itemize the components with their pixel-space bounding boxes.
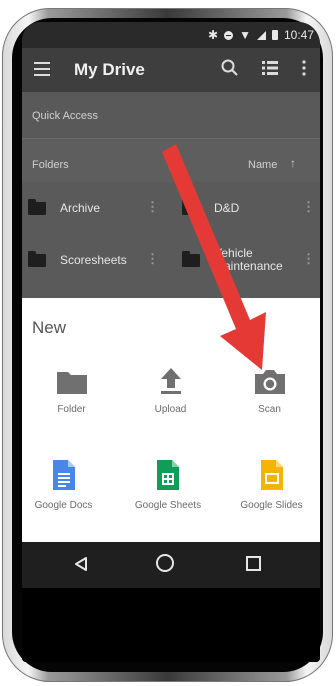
search-icon[interactable]	[220, 58, 240, 78]
upload-option[interactable]: Upload	[121, 360, 220, 415]
option-label: Google Slides	[240, 500, 303, 511]
folder-item[interactable]: Scoresheets ⋮	[28, 239, 168, 281]
bluetooth-icon: ✱	[208, 28, 219, 42]
folder-name: Archive	[60, 200, 101, 215]
sort-direction-icon[interactable]: ↑	[290, 156, 296, 170]
new-sheet-title: New	[32, 318, 67, 337]
folder-more-icon[interactable]: ⋮	[302, 199, 315, 215]
folders-header: Folders Name ↑	[22, 138, 320, 183]
quick-access-section[interactable]: Quick Access	[22, 92, 320, 138]
folder-name: D&D	[214, 200, 240, 215]
option-label: Scan	[258, 404, 281, 415]
signal-icon	[256, 30, 266, 40]
folder-more-icon[interactable]: ⋮	[146, 199, 159, 215]
folder-icon	[28, 250, 46, 267]
folder-more-icon[interactable]: ⋮	[146, 251, 159, 267]
new-folder-option[interactable]: Folder	[22, 360, 121, 415]
phone-screen: ✱ ▼ 10:47 My Drive Quick Access Folders …	[22, 22, 320, 662]
google-sheets-icon	[157, 460, 179, 490]
app-bar: My Drive	[22, 48, 320, 92]
battery-icon	[271, 30, 278, 40]
phone-chin	[22, 588, 320, 662]
folders-label: Folders	[32, 159, 69, 171]
option-label: Upload	[154, 404, 187, 415]
page-title: My Drive	[74, 60, 145, 79]
folder-more-icon[interactable]: ⋮	[302, 251, 315, 267]
folders-list: Archive ⋮ D&D ⋮ Scoresheets ⋮ Vehicle Ma…	[22, 182, 320, 298]
upload-icon	[160, 368, 181, 394]
do-not-disturb-icon	[224, 30, 234, 40]
option-label: Google Sheets	[134, 500, 202, 511]
wifi-icon: ▼	[239, 28, 251, 42]
scan-option[interactable]: Scan	[220, 360, 319, 415]
folder-icon	[28, 198, 46, 215]
folder-item[interactable]: Archive ⋮	[28, 187, 168, 229]
google-slides-option[interactable]: Google Slides	[222, 456, 320, 511]
folder-name: Scoresheets	[60, 252, 127, 267]
android-nav-bar	[22, 542, 320, 588]
status-time: 10:47	[283, 28, 314, 42]
google-docs-icon	[52, 460, 75, 490]
home-icon[interactable]	[156, 554, 174, 572]
folder-icon	[56, 372, 87, 394]
more-options-icon[interactable]	[302, 60, 306, 76]
folder-item[interactable]: D&D ⋮	[182, 187, 318, 229]
quick-access-label: Quick Access	[32, 110, 99, 122]
folder-name: Vehicle Maintenance	[214, 246, 283, 273]
camera-icon	[254, 370, 285, 394]
folder-item[interactable]: Vehicle Maintenance ⋮	[182, 239, 318, 281]
google-sheets-option[interactable]: Google Sheets	[117, 456, 219, 511]
hamburger-menu-icon[interactable]	[34, 62, 50, 76]
back-icon[interactable]	[74, 556, 88, 572]
sort-by-name-button[interactable]: Name	[248, 159, 277, 171]
status-bar: ✱ ▼ 10:47	[22, 22, 320, 48]
folder-icon	[182, 198, 200, 215]
option-label: Folder	[57, 404, 86, 415]
list-view-icon[interactable]	[262, 61, 278, 75]
folder-icon	[182, 250, 200, 267]
recent-apps-icon[interactable]	[246, 556, 261, 571]
new-bottom-sheet: New Folder Upload Scan Google Docs Googl…	[22, 298, 320, 542]
google-docs-option[interactable]: Google Docs	[22, 456, 113, 511]
option-label: Google Docs	[34, 500, 93, 511]
google-slides-icon	[260, 460, 283, 490]
